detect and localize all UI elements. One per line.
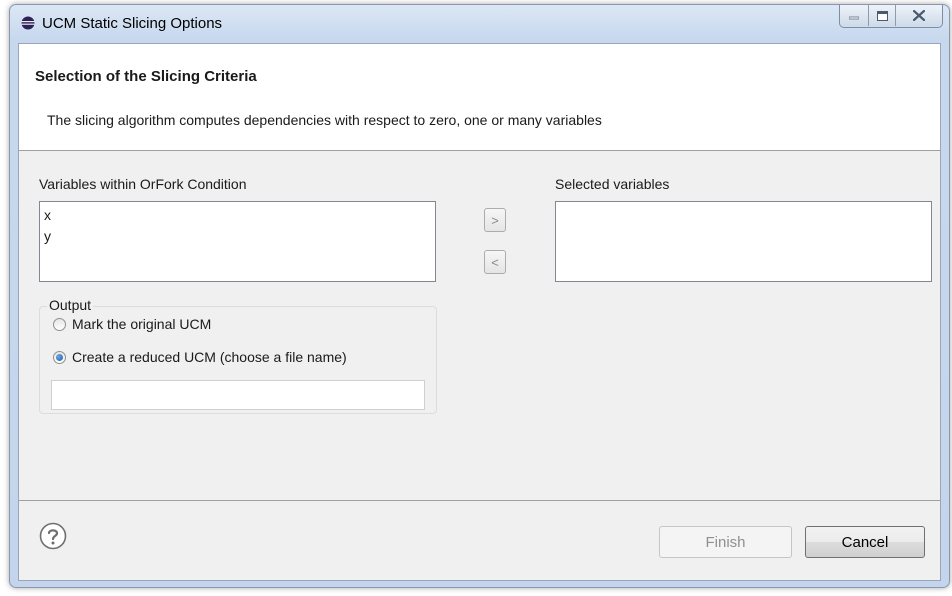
create-reduced-radio[interactable] <box>53 350 66 364</box>
create-reduced-label: Create a reduced UCM (choose a file name… <box>72 349 347 365</box>
finish-button[interactable]: Finish <box>659 526 792 558</box>
selected-variables-label: Selected variables <box>555 176 670 192</box>
footer-separator <box>19 500 940 501</box>
mark-original-option[interactable]: Mark the original UCM <box>53 316 211 332</box>
help-icon[interactable] <box>39 522 67 550</box>
eclipse-icon <box>21 16 35 30</box>
title-bar[interactable]: UCM Static Slicing Options <box>10 5 949 43</box>
add-variable-button[interactable]: > <box>484 208 506 232</box>
maximize-icon <box>876 10 888 21</box>
mark-original-label: Mark the original UCM <box>72 316 212 332</box>
create-reduced-option[interactable]: Create a reduced UCM (choose a file name… <box>53 349 347 365</box>
mark-original-radio[interactable] <box>53 317 66 331</box>
output-group-label: Output <box>47 297 94 313</box>
minimize-icon <box>849 16 859 19</box>
remove-variable-button[interactable]: < <box>484 250 506 274</box>
window-title: UCM Static Slicing Options <box>42 15 223 32</box>
close-icon <box>913 10 925 21</box>
dialog-body: Selection of the Slicing Criteria The sl… <box>18 43 941 581</box>
list-item[interactable]: x <box>44 205 431 226</box>
filename-input[interactable] <box>51 380 425 410</box>
dialog-header: Selection of the Slicing Criteria The sl… <box>19 44 940 151</box>
selected-variables-list[interactable] <box>555 201 932 282</box>
cancel-button[interactable]: Cancel <box>805 526 925 558</box>
close-button[interactable] <box>895 5 942 26</box>
variables-label: Variables within OrFork Condition <box>39 176 247 192</box>
page-title: Selection of the Slicing Criteria <box>35 68 257 85</box>
maximize-button[interactable] <box>868 5 895 26</box>
minimize-button[interactable] <box>840 5 868 26</box>
variables-list[interactable]: xy <box>39 201 436 282</box>
dialog-window: UCM Static Slicing Options Selection of … <box>9 4 950 588</box>
window-controls <box>839 5 943 28</box>
page-description: The slicing algorithm computes dependenc… <box>47 112 602 128</box>
list-item[interactable]: y <box>44 226 431 247</box>
